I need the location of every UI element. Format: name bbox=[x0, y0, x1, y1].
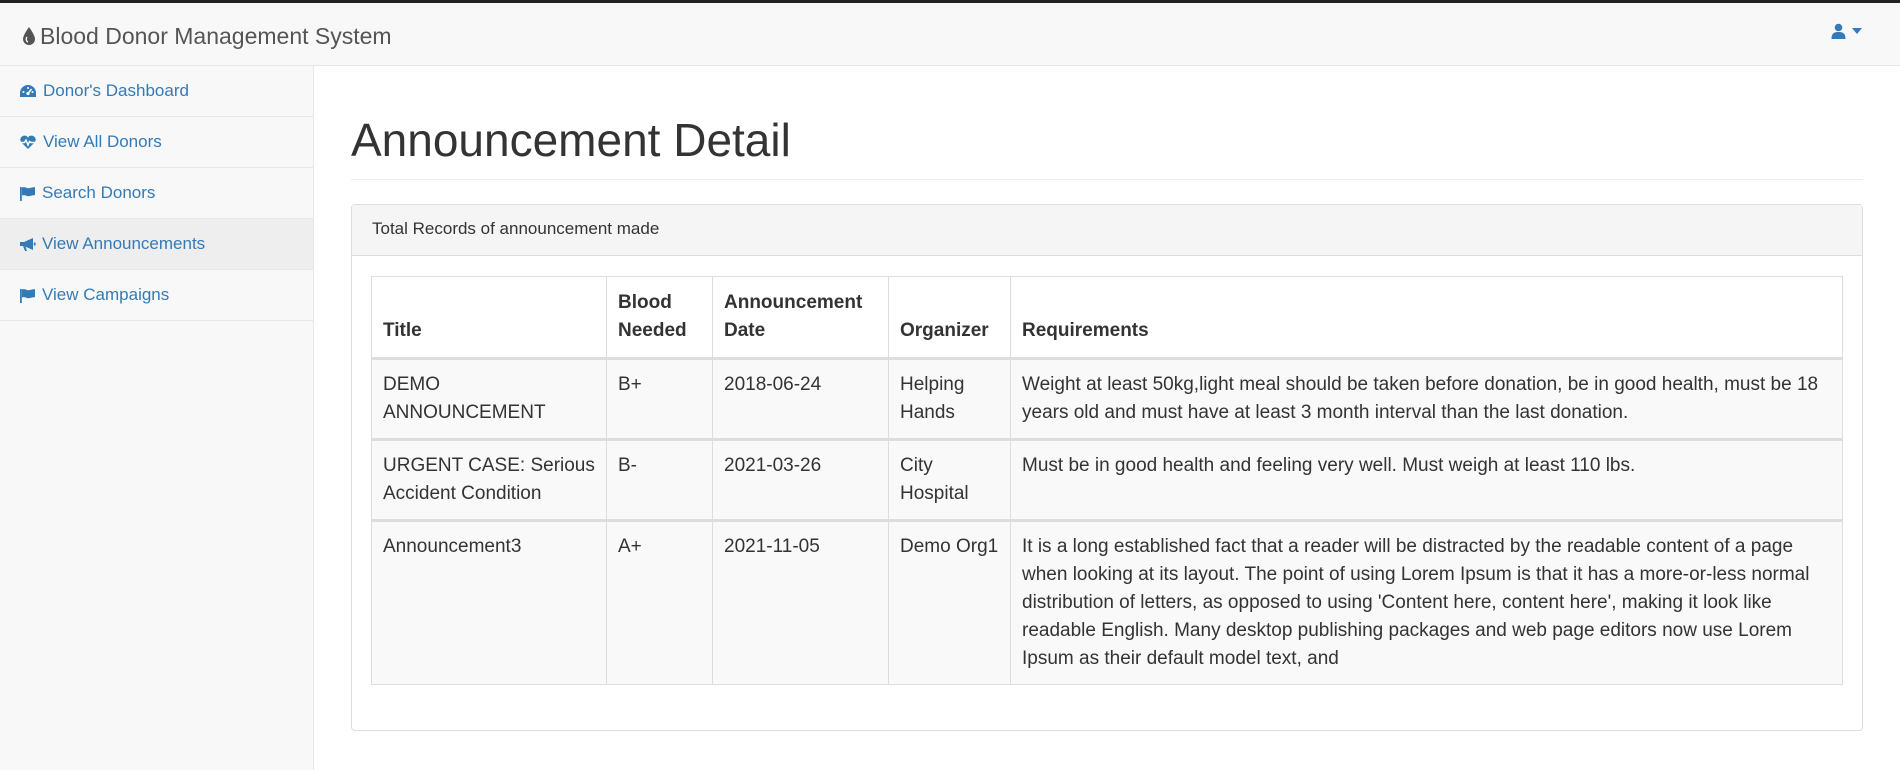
sidebar-item-label: Donor's Dashboard bbox=[43, 81, 189, 100]
cell-organizer: City Hospital bbox=[888, 438, 1011, 521]
sidebar-item-search-donors[interactable]: Search Donors bbox=[0, 168, 313, 219]
column-header-requirements: Requirements bbox=[1010, 276, 1843, 360]
cell-title: Announcement3 bbox=[371, 519, 607, 685]
cell-announcement-date: 2018-06-24 bbox=[712, 358, 889, 440]
cell-blood-needed: A+ bbox=[606, 519, 713, 685]
announcements-table: Title Blood Needed Announcement Date Org… bbox=[371, 276, 1843, 685]
blood-drop-icon bbox=[20, 25, 38, 47]
sidebar: Donor's Dashboard View All Donors Search… bbox=[0, 66, 314, 770]
sidebar-item-label: Search Donors bbox=[42, 183, 156, 202]
top-navbar: Blood Donor Management System bbox=[0, 0, 1900, 66]
main-content: Announcement Detail Total Records of ann… bbox=[351, 66, 1863, 731]
user-icon bbox=[1831, 23, 1846, 39]
table-row: DEMO ANNOUNCEMENT B+ 2018-06-24 Helping … bbox=[371, 358, 1843, 440]
app-title: Blood Donor Management System bbox=[40, 23, 392, 49]
sidebar-item-view-campaigns[interactable]: View Campaigns bbox=[0, 270, 313, 321]
sidebar-item-label: View All Donors bbox=[43, 132, 162, 151]
column-header-announcement-date: Announcement Date bbox=[712, 276, 889, 360]
cell-blood-needed: B+ bbox=[606, 358, 713, 440]
table-header-row: Title Blood Needed Announcement Date Org… bbox=[371, 276, 1843, 360]
column-header-blood-needed: Blood Needed bbox=[606, 276, 713, 360]
column-header-organizer: Organizer bbox=[888, 276, 1011, 360]
cell-title: URGENT CASE: Serious Accident Condition bbox=[371, 438, 607, 521]
cell-requirements: Weight at least 50kg,light meal should b… bbox=[1010, 358, 1843, 440]
sidebar-item-donors-dashboard[interactable]: Donor's Dashboard bbox=[0, 66, 313, 117]
cell-blood-needed: B- bbox=[606, 438, 713, 521]
panel-body: Title Blood Needed Announcement Date Org… bbox=[352, 256, 1862, 730]
brand-link[interactable]: Blood Donor Management System bbox=[20, 21, 392, 51]
cell-requirements: Must be in good health and feeling very … bbox=[1010, 438, 1843, 521]
bullhorn-icon bbox=[19, 237, 36, 252]
cell-organizer: Helping Hands bbox=[888, 358, 1011, 440]
cell-requirements: It is a long established fact that a rea… bbox=[1010, 519, 1843, 685]
panel-heading: Total Records of announcement made bbox=[352, 205, 1862, 256]
cell-organizer: Demo Org1 bbox=[888, 519, 1011, 685]
flag-icon bbox=[19, 288, 36, 303]
sidebar-item-label: View Campaigns bbox=[42, 285, 170, 304]
sidebar-item-view-all-donors[interactable]: View All Donors bbox=[0, 117, 313, 168]
announcements-panel: Total Records of announcement made Title… bbox=[351, 204, 1863, 731]
flag-icon bbox=[19, 186, 36, 201]
heartbeat-icon bbox=[19, 135, 37, 150]
column-header-title: Title bbox=[371, 276, 607, 360]
table-row: Announcement3 A+ 2021-11-05 Demo Org1 It… bbox=[371, 519, 1843, 685]
sidebar-item-label: View Announcements bbox=[42, 234, 206, 253]
dashboard-icon bbox=[19, 84, 37, 98]
cell-title: DEMO ANNOUNCEMENT bbox=[371, 358, 607, 440]
table-row: URGENT CASE: Serious Accident Condition … bbox=[371, 438, 1843, 521]
caret-down-icon bbox=[1852, 28, 1862, 34]
page-title: Announcement Detail bbox=[351, 66, 1863, 180]
cell-announcement-date: 2021-03-26 bbox=[712, 438, 889, 521]
sidebar-item-view-announcements[interactable]: View Announcements bbox=[0, 219, 313, 270]
cell-announcement-date: 2021-11-05 bbox=[712, 519, 889, 685]
user-dropdown-toggle[interactable] bbox=[1831, 23, 1862, 39]
